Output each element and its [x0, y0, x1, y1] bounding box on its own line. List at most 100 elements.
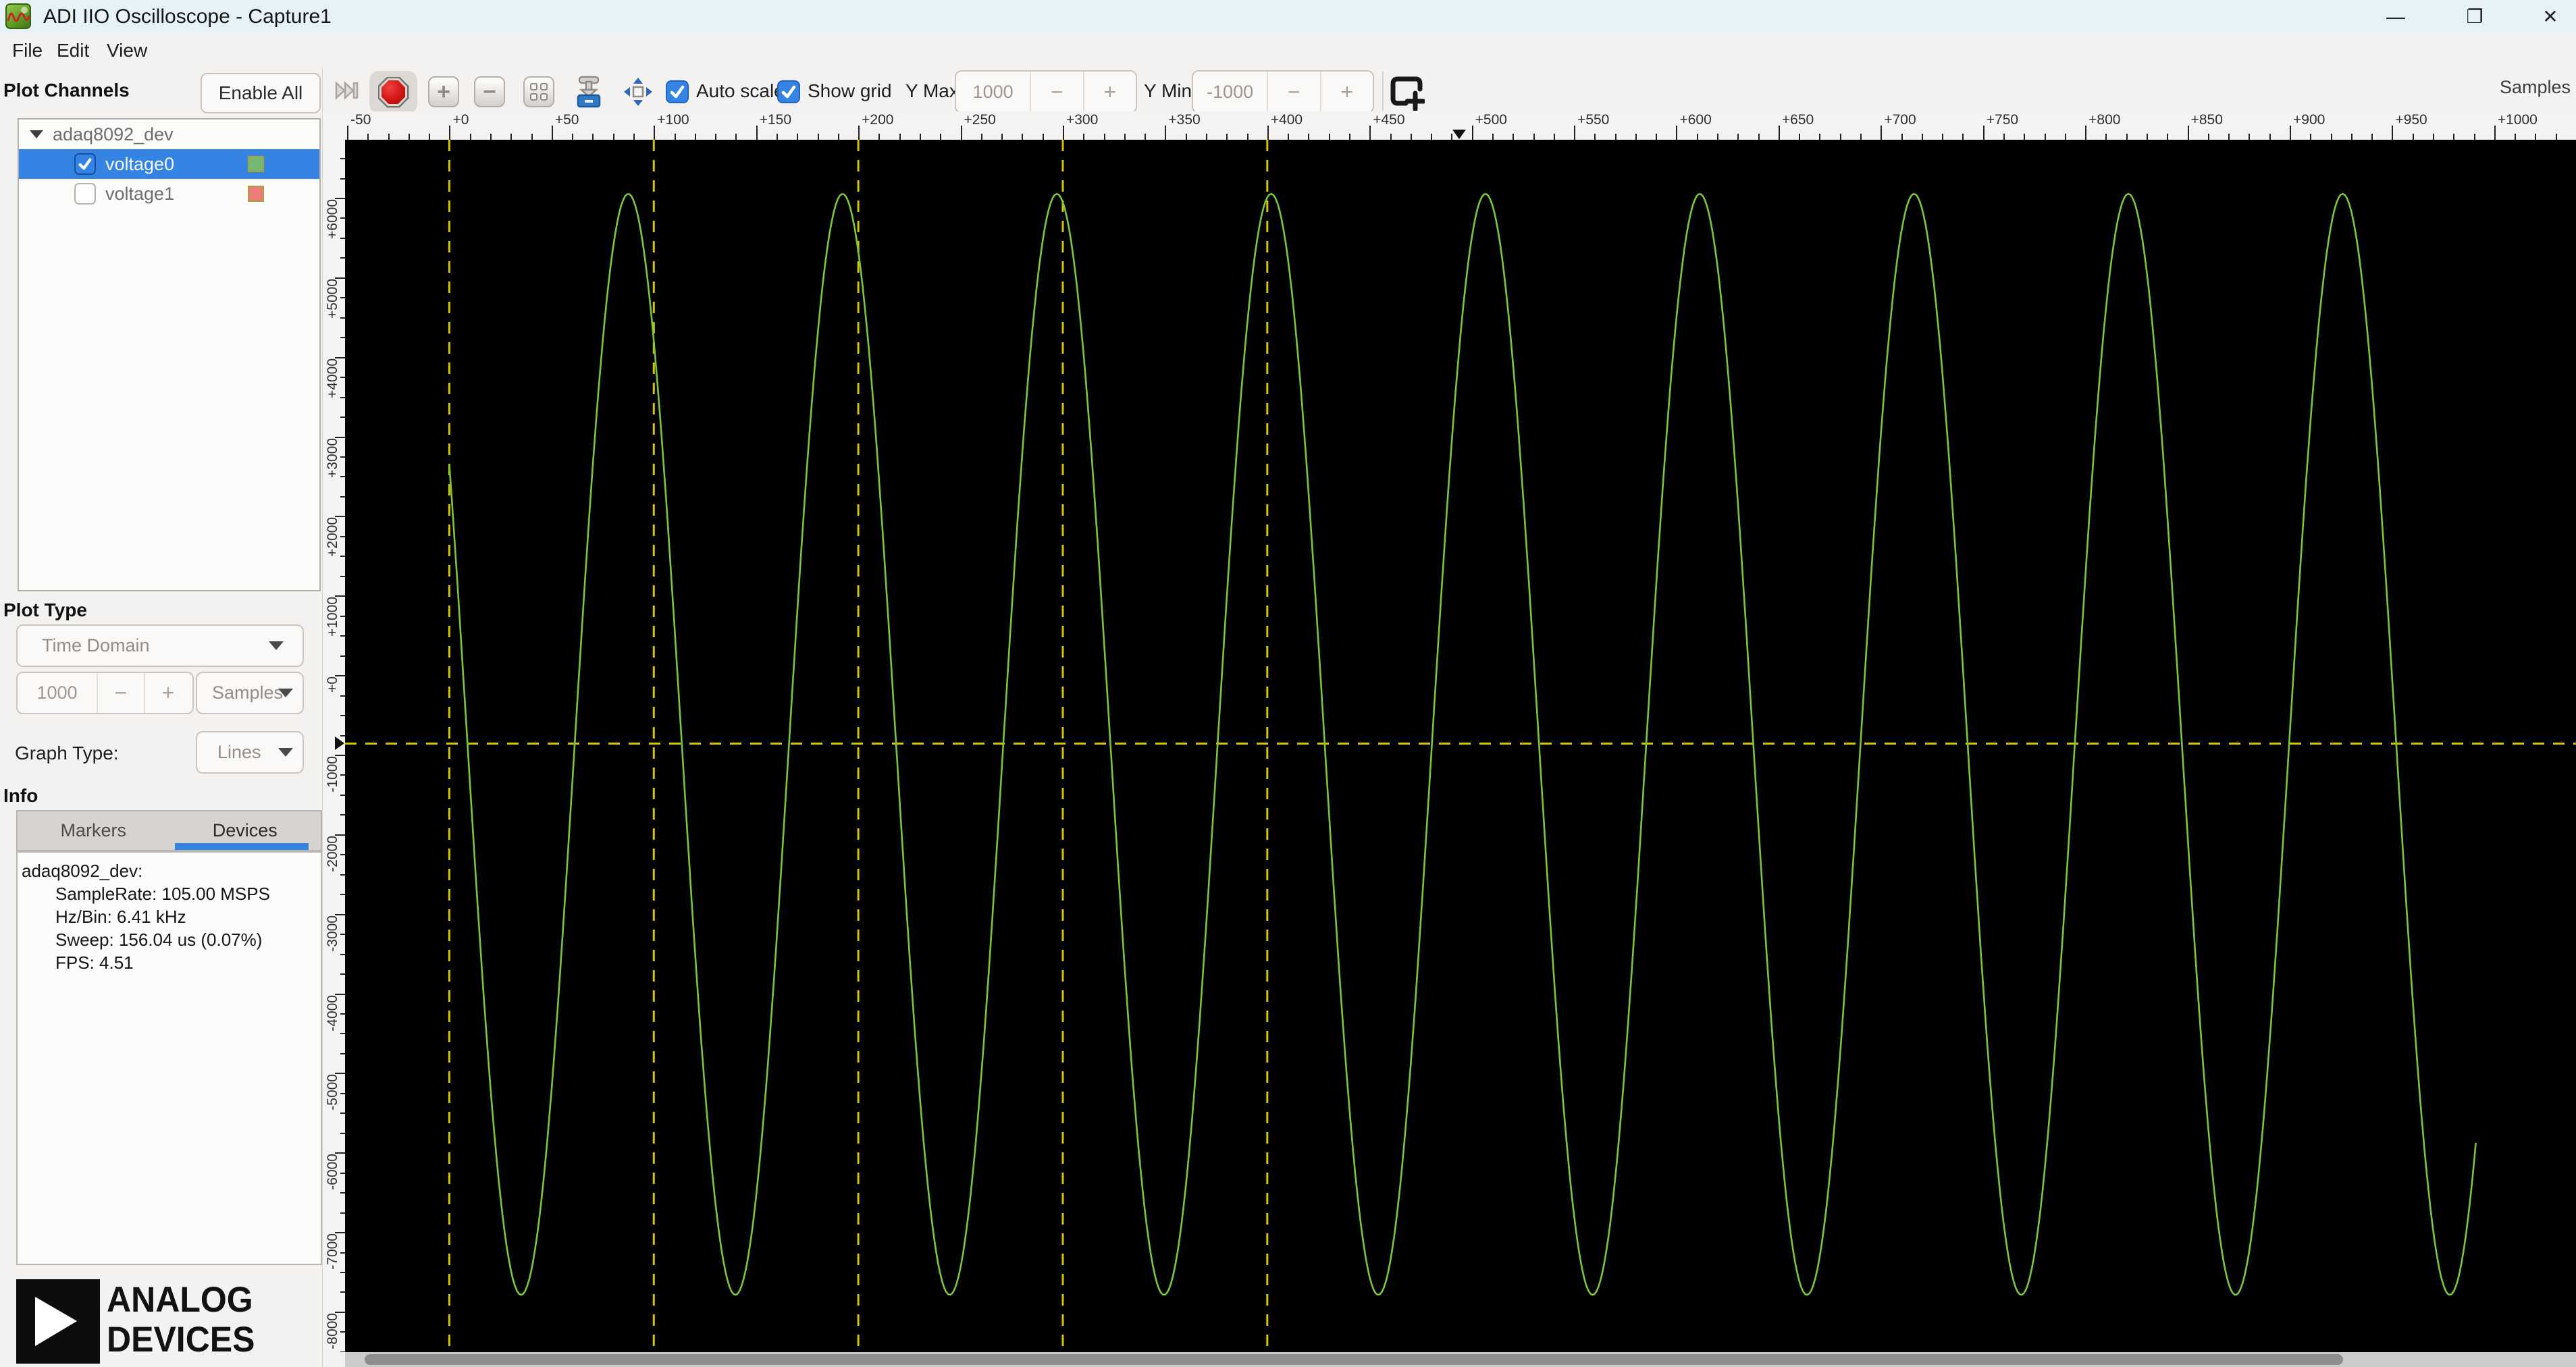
menu-edit[interactable]: Edit — [47, 33, 99, 68]
x-tick — [715, 134, 717, 140]
tree-row-voltage0[interactable]: voltage0 — [19, 149, 319, 179]
toolbar: Plot Channels Enable All + − Auto scale … — [0, 68, 2576, 113]
enable-all-button[interactable]: Enable All — [201, 73, 321, 113]
menu-view[interactable]: View — [97, 33, 157, 68]
plot-type-dropdown[interactable]: Time Domain — [16, 624, 304, 667]
y-tick-label: +6000 — [325, 199, 340, 239]
y-tick — [340, 774, 345, 776]
y-tick — [340, 854, 345, 856]
sample-count-input[interactable]: 1000 — [18, 673, 97, 713]
y-tick — [340, 396, 345, 398]
x-tick-label: +100 — [657, 112, 689, 128]
device-info-line: FPS: 4.51 — [55, 953, 134, 973]
capture-stop-button[interactable] — [369, 71, 417, 113]
minus-icon: − — [483, 79, 496, 105]
x-tick — [960, 126, 962, 140]
sample-count-increment-button[interactable]: + — [144, 673, 191, 713]
y-tick — [340, 476, 345, 478]
tree-row-voltage1[interactable]: voltage1 — [19, 179, 319, 209]
tab-markers[interactable]: Markers — [18, 811, 169, 850]
skip-forward-icon[interactable] — [335, 80, 359, 101]
x-tick-label: +0 — [452, 112, 469, 128]
waveform-canvas — [345, 140, 2576, 1352]
save-to-tray-icon — [577, 76, 601, 108]
zoom-in-button[interactable]: + — [428, 76, 459, 107]
tab-devices[interactable]: Devices — [169, 811, 321, 850]
x-tick-label: +500 — [1475, 112, 1507, 128]
y-tick — [340, 1252, 345, 1254]
x-tick — [2290, 126, 2292, 140]
waveform-plot-area[interactable] — [345, 140, 2576, 1352]
y-tick — [340, 695, 345, 697]
x-tick — [776, 134, 778, 140]
graph-type-label: Graph Type: — [15, 743, 119, 763]
voltage1-checkbox[interactable] — [74, 183, 96, 205]
logo-line1: ANALOG — [107, 1280, 253, 1320]
new-plot-button[interactable] — [1390, 73, 1426, 112]
scrollbar-thumb[interactable] — [365, 1354, 2343, 1365]
y-tick — [340, 158, 345, 160]
y-tick-label: -1000 — [325, 755, 340, 793]
y-min-increment-button[interactable]: + — [1319, 72, 1373, 112]
y-tick — [340, 257, 345, 259]
y-tick — [340, 417, 345, 419]
x-tick — [612, 134, 614, 140]
show-grid-checkbox[interactable] — [777, 80, 800, 103]
horizontal-scrollbar[interactable] — [345, 1352, 2576, 1367]
x-tick — [1758, 134, 1760, 140]
y-tick — [340, 1132, 345, 1134]
voltage0-checkbox[interactable] — [74, 153, 96, 175]
ruler-corner — [323, 1352, 345, 1367]
x-tick — [2167, 134, 2169, 140]
menu-file[interactable]: File — [3, 33, 52, 68]
y-max-decrement-button[interactable]: − — [1030, 72, 1082, 112]
x-tick — [1942, 134, 1944, 140]
graph-type-dropdown[interactable]: Lines — [196, 731, 304, 774]
y-tick-label: +4000 — [325, 358, 340, 398]
x-tick — [367, 134, 369, 140]
show-grid-label[interactable]: Show grid — [808, 80, 892, 102]
x-tick — [2105, 134, 2107, 140]
x-tick — [2044, 134, 2046, 140]
device-info-line: Sweep: 156.04 us (0.07%) — [55, 930, 263, 950]
y-tick — [340, 655, 345, 657]
channel-name: voltage1 — [105, 183, 175, 204]
y-min-decrement-button[interactable]: − — [1267, 72, 1319, 112]
close-button[interactable]: ✕ — [2519, 0, 2576, 33]
x-tick — [1042, 134, 1044, 140]
zoom-fit-button[interactable] — [523, 76, 554, 107]
check-icon — [78, 158, 92, 170]
y-tick — [340, 495, 345, 498]
x-tick-label: +750 — [1986, 112, 2019, 128]
sample-unit-dropdown[interactable]: Samples — [196, 672, 304, 714]
expander-icon[interactable] — [30, 130, 43, 138]
restore-button[interactable]: ❐ — [2443, 0, 2506, 33]
auto-scale-label[interactable]: Auto scale — [696, 80, 785, 102]
x-tick — [1001, 134, 1003, 140]
voltage0-color-swatch[interactable] — [248, 156, 264, 172]
x-tick — [1410, 134, 1412, 140]
y-max-increment-button[interactable]: + — [1082, 72, 1136, 112]
x-tick-label: -50 — [350, 112, 371, 128]
x-tick — [1881, 126, 1883, 140]
y-tick — [340, 874, 345, 876]
grid-icon — [530, 83, 548, 101]
x-tick — [2310, 134, 2312, 140]
sample-count-decrement-button[interactable]: − — [97, 673, 144, 713]
y-min-label: Y Min: — [1144, 80, 1197, 101]
y-min-input[interactable]: -1000 — [1193, 72, 1267, 112]
auto-scale-checkbox[interactable] — [666, 80, 689, 103]
y-max-input[interactable]: 1000 — [956, 72, 1030, 112]
x-tick — [1471, 126, 1473, 140]
zoom-out-button[interactable]: − — [474, 76, 505, 107]
tree-row-device[interactable]: adaq8092_dev — [19, 119, 319, 149]
pan-move-button[interactable] — [623, 76, 654, 107]
minimize-button[interactable]: — — [2364, 0, 2427, 33]
x-tick — [817, 134, 819, 140]
x-tick-label: +450 — [1373, 112, 1405, 128]
voltage1-color-swatch[interactable] — [248, 186, 264, 202]
menu-bar: File Edit View — [0, 33, 2576, 68]
x-tick-label: +550 — [1577, 112, 1610, 128]
x-tick — [2371, 134, 2373, 140]
save-restore-button[interactable] — [573, 76, 604, 108]
